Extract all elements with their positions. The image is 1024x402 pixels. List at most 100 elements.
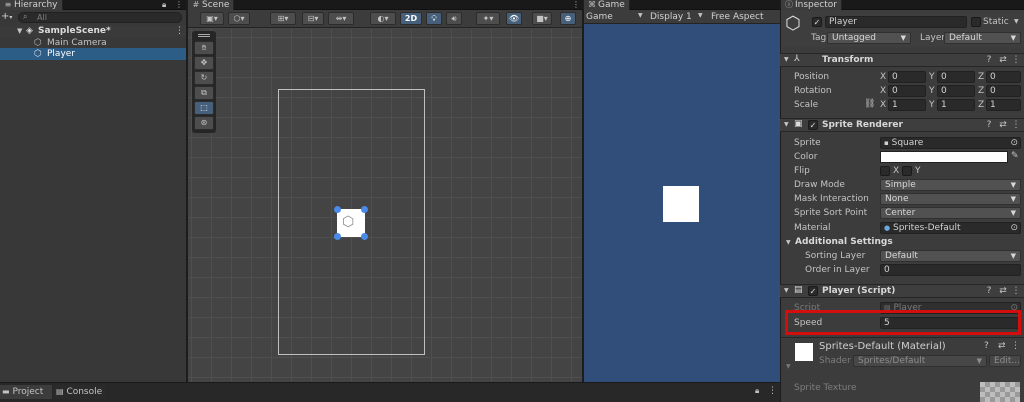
position-x-field[interactable]: 0 — [888, 71, 926, 83]
help-icon[interactable]: ? — [984, 55, 994, 65]
material-field[interactable]: ● Sprites-Default ⊙ — [880, 222, 1021, 234]
menu-dots-icon[interactable]: ⋮ — [768, 386, 777, 396]
menu-dots-icon[interactable]: ⋮ — [1011, 341, 1020, 351]
lock-icon[interactable]: 🔒︎ — [162, 0, 166, 10]
move-tool-icon[interactable]: ✥ — [194, 56, 214, 70]
player-sprite[interactable]: ⬡ — [337, 209, 365, 237]
palette-drag-handle[interactable] — [198, 34, 210, 37]
snap-settings-button[interactable]: ⊟▾ — [302, 12, 324, 25]
menu-dots-icon[interactable]: ⋮ — [572, 0, 580, 10]
chevron-down-icon[interactable]: ▼ — [638, 12, 643, 19]
2d-toggle-button[interactable]: 2D — [400, 12, 422, 25]
increment-snap-button[interactable]: ⇹▾ — [328, 12, 354, 25]
order-in-layer-field[interactable]: 0 — [880, 264, 1021, 276]
hierarchy-item-player[interactable]: ⬡ Player — [0, 48, 186, 60]
eyedropper-icon[interactable]: ✎ — [1011, 151, 1019, 161]
preset-icon[interactable]: ⇄ — [998, 120, 1008, 130]
position-z-field[interactable]: 0 — [986, 71, 1021, 83]
preset-icon[interactable]: ⇄ — [998, 286, 1008, 296]
preset-icon[interactable]: ⇄ — [998, 341, 1006, 351]
draw-mode-button[interactable]: ▣▾ — [200, 12, 224, 25]
rect-handle-tl[interactable] — [334, 206, 341, 213]
scene-visibility-button[interactable]: 👁︎ — [506, 12, 522, 25]
rect-handle-tr[interactable] — [361, 206, 368, 213]
sorting-layer-dropdown[interactable]: Default ▼ — [880, 250, 1021, 262]
chevron-down-icon[interactable]: ▼ — [17, 25, 22, 37]
display-select[interactable]: Display 1 — [650, 11, 692, 23]
object-picker-icon[interactable]: ⊙ — [1010, 223, 1018, 233]
console-tab[interactable]: ▤ Console — [54, 385, 106, 399]
hierarchy-add-button[interactable]: +▾ — [1, 12, 15, 23]
project-tab[interactable]: ▬ Project — [0, 385, 52, 399]
rotate-tool-icon[interactable]: ↻ — [194, 71, 214, 85]
scale-y-field[interactable]: 1 — [937, 99, 975, 111]
edit-shader-button[interactable]: Edit... — [989, 355, 1021, 367]
rect-handle-bl[interactable] — [334, 233, 341, 240]
position-y-field[interactable]: 0 — [937, 71, 975, 83]
constrain-proportions-icon[interactable]: ⛓︎ — [864, 99, 875, 109]
hierarchy-tab[interactable]: ≡ Hierarchy — [0, 0, 63, 10]
menu-dots-icon[interactable]: ⋮ — [175, 0, 183, 10]
rect-handle-br[interactable] — [361, 233, 368, 240]
position-x-label[interactable]: X — [880, 72, 886, 82]
sprite-field[interactable]: ▪ Square ⊙ — [880, 137, 1021, 149]
texture-preview-checker[interactable] — [980, 382, 1020, 402]
menu-dots-icon[interactable]: ⋮ — [1011, 55, 1021, 65]
flip-y-checkbox[interactable] — [902, 166, 912, 176]
layer-dropdown[interactable]: Default ▼ — [944, 32, 1021, 44]
draw-mode-dropdown[interactable]: Simple ▼ — [880, 179, 1021, 191]
rotation-z-label[interactable]: Z — [978, 86, 984, 96]
aspect-select[interactable]: Free Aspect — [711, 11, 764, 23]
chevron-down-icon[interactable]: ▼ — [784, 121, 789, 128]
scale-x-label[interactable]: X — [880, 100, 886, 110]
rotation-y-label[interactable]: Y — [929, 86, 935, 96]
menu-dots-icon[interactable]: ⋮ — [175, 25, 184, 37]
lighting-toggle-button[interactable]: 💡︎ — [426, 12, 442, 25]
tag-dropdown[interactable]: Untagged ▼ — [827, 32, 911, 44]
sprite-renderer-header[interactable]: ▼ ▣ ✓ Sprite Renderer ? ⇄ ⋮ — [780, 118, 1024, 132]
audio-toggle-button[interactable]: 🔊︎ — [446, 12, 462, 25]
game-tab[interactable]: ⌘ Game — [584, 0, 630, 10]
chevron-down-icon[interactable]: ▼ — [786, 363, 791, 370]
hand-tool-icon[interactable]: ✋︎ — [194, 41, 214, 55]
color-swatch[interactable] — [880, 151, 1008, 163]
chevron-down-icon[interactable]: ▼ — [786, 239, 791, 246]
rotation-z-field[interactable]: 0 — [986, 85, 1021, 97]
flip-x-checkbox[interactable] — [880, 166, 890, 176]
hierarchy-search-input[interactable]: ⌕ All — [18, 12, 182, 23]
render-mode-button[interactable]: ◐▾ — [370, 12, 396, 25]
scene-tab[interactable]: # Scene — [188, 0, 235, 10]
chevron-down-icon[interactable]: ▼ — [784, 287, 789, 294]
gizmos-button[interactable]: ⊕ — [560, 12, 576, 25]
gameobject-cube-icon[interactable]: ⬡ — [785, 14, 801, 34]
chevron-down-icon[interactable]: ▼ — [784, 56, 789, 63]
static-checkbox[interactable] — [971, 17, 981, 27]
component-enabled-checkbox[interactable]: ✓ — [808, 286, 818, 296]
scene-viewport[interactable]: ✋︎ ✥ ↻ ⧉ ⬚ ⊛ ⬡ — [188, 29, 582, 382]
camera-settings-button[interactable]: ■▾ — [532, 12, 552, 25]
mask-interaction-dropdown[interactable]: None ▼ — [880, 193, 1021, 205]
rect-tool-icon[interactable]: ⬚ — [194, 101, 214, 115]
lock-icon[interactable]: 🔒︎ — [755, 386, 759, 396]
position-z-label[interactable]: Z — [978, 72, 984, 82]
help-icon[interactable]: ? — [984, 341, 989, 351]
help-icon[interactable]: ? — [984, 286, 994, 296]
effects-button[interactable]: ✦▾ — [476, 12, 500, 25]
scale-z-field[interactable]: 1 — [986, 99, 1021, 111]
rotation-x-field[interactable]: 0 — [888, 85, 926, 97]
help-icon[interactable]: ? — [984, 120, 994, 130]
preset-icon[interactable]: ⇄ — [998, 55, 1008, 65]
hierarchy-scene-row[interactable]: ▼ ◈ SampleScene* ⋮ — [0, 25, 186, 37]
rotation-x-label[interactable]: X — [880, 86, 886, 96]
sprite-sort-point-dropdown[interactable]: Center ▼ — [880, 207, 1021, 219]
active-checkbox[interactable]: ✓ — [812, 17, 822, 27]
rotation-y-field[interactable]: 0 — [937, 85, 975, 97]
transform-tool-icon[interactable]: ⊛ — [194, 116, 214, 130]
position-y-label[interactable]: Y — [929, 72, 935, 82]
inspector-tab[interactable]: ⓘ Inspector — [781, 0, 842, 10]
chevron-down-icon[interactable]: ▼ — [698, 12, 703, 19]
menu-dots-icon[interactable]: ⋮ — [1011, 286, 1021, 296]
component-enabled-checkbox[interactable]: ✓ — [808, 120, 818, 130]
scale-z-label[interactable]: Z — [978, 100, 984, 110]
additional-settings-foldout[interactable]: Additional Settings — [795, 237, 893, 247]
